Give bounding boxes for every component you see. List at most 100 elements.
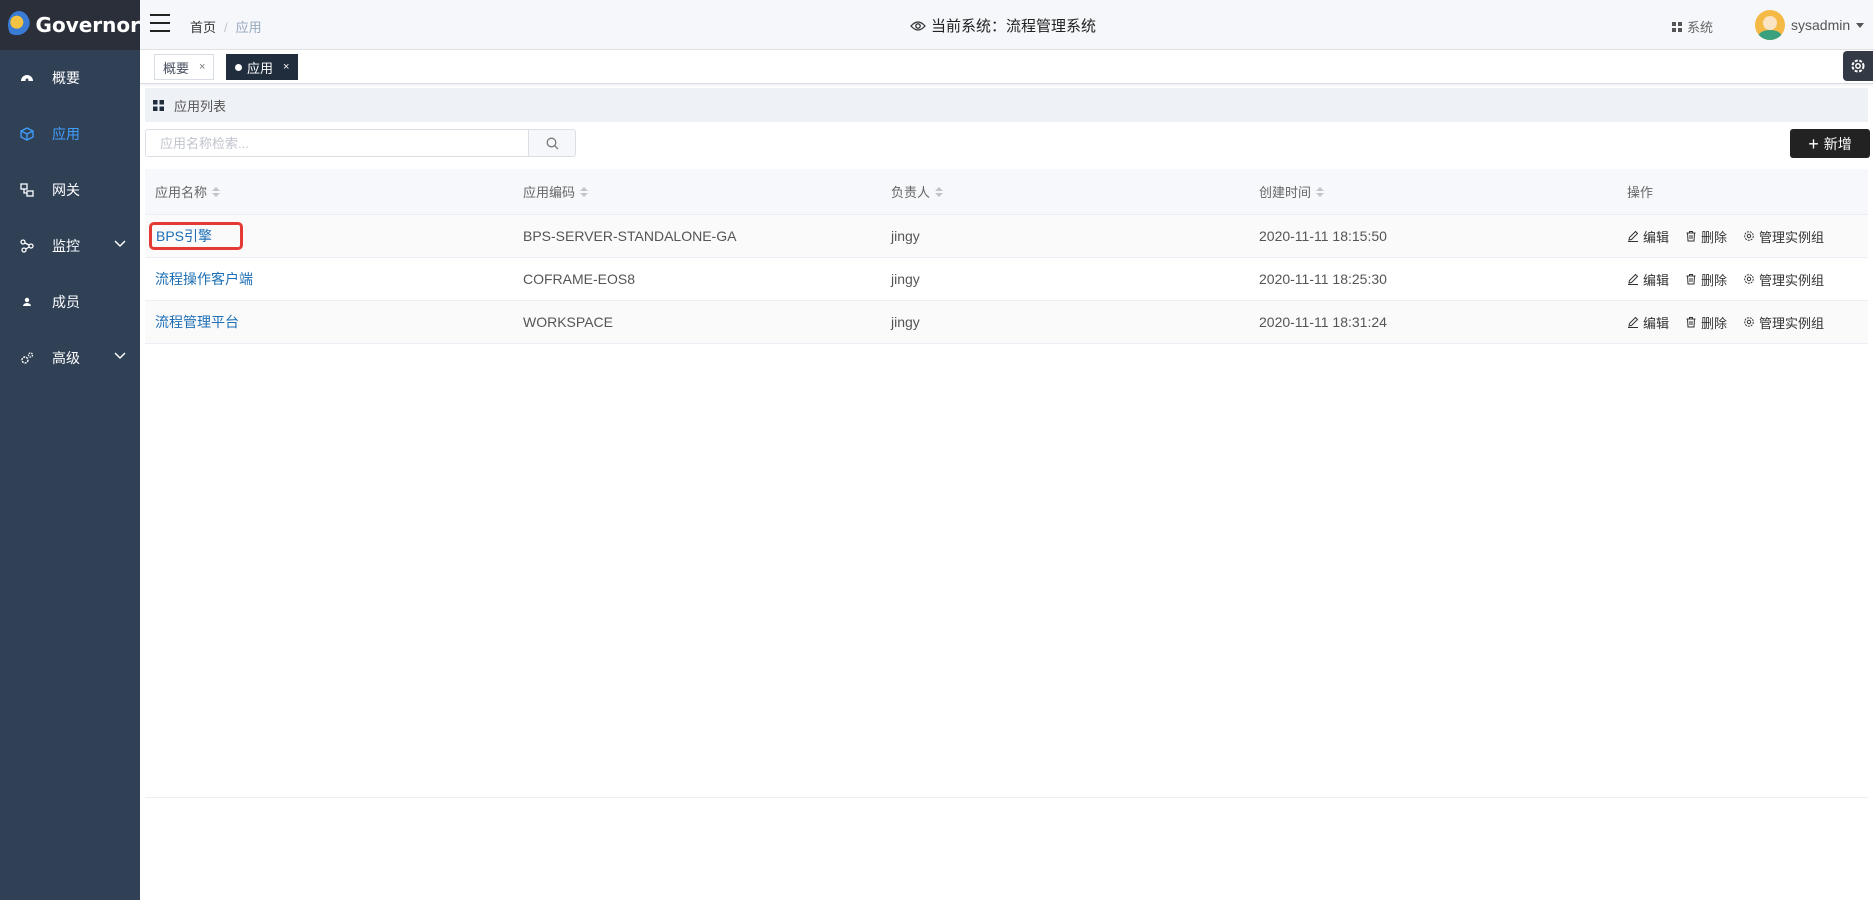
- search-button[interactable]: [529, 129, 576, 157]
- sort-icon[interactable]: [212, 186, 221, 197]
- cube-icon: [20, 127, 34, 141]
- edit-icon: [1628, 230, 1639, 242]
- manage-instance-group-button[interactable]: 管理实例组: [1743, 270, 1824, 289]
- apps-table: 应用名称 应用编码 负责人 创建时间 操作 BPS引擎 BPS-SERVER-S…: [145, 169, 1868, 344]
- app-code: WORKSPACE: [523, 314, 613, 330]
- delete-button[interactable]: 删除: [1685, 270, 1727, 289]
- tag-label: 应用: [247, 60, 274, 76]
- section-title: 应用列表: [174, 98, 227, 114]
- app-code: BPS-SERVER-STANDALONE-GA: [523, 228, 737, 244]
- app-name-link[interactable]: BPS引擎: [149, 222, 244, 250]
- search-icon: [546, 137, 558, 149]
- grid-icon: [153, 99, 164, 111]
- table-bottom-border: [145, 797, 1868, 798]
- app-name-link[interactable]: 流程管理平台: [155, 312, 239, 332]
- trash-icon: [1686, 231, 1696, 242]
- sidebar-item-label: 成员: [52, 294, 80, 310]
- app-created: 2020-11-11 18:25:30: [1259, 271, 1387, 287]
- gateway-icon: [20, 183, 34, 197]
- breadcrumb-home[interactable]: 首页: [190, 20, 216, 35]
- gear-icon: [1744, 231, 1754, 241]
- app-name-link[interactable]: 流程操作客户端: [155, 269, 253, 289]
- caret-down-icon: [1856, 22, 1865, 28]
- app-code: COFRAME-EOS8: [523, 271, 636, 287]
- username: sysadmin: [1791, 17, 1851, 33]
- table-row: 流程管理平台 WORKSPACE jingy 2020-11-11 18:31:…: [145, 301, 1868, 344]
- sidebar: Governor 概要 应用 网关 监控 成员 高级: [0, 0, 140, 900]
- system-menu-label: 系统: [1687, 20, 1714, 35]
- tag-overview[interactable]: 概要 ×: [154, 54, 215, 80]
- close-icon[interactable]: ×: [199, 61, 205, 73]
- table-header: 应用名称 应用编码 负责人 创建时间 操作: [145, 169, 1868, 215]
- delete-button[interactable]: 删除: [1685, 227, 1727, 246]
- sidebar-item-label: 高级: [52, 350, 80, 366]
- user-menu[interactable]: sysadmin: [1755, 10, 1865, 40]
- edit-button[interactable]: 编辑: [1627, 313, 1669, 332]
- sidebar-menu: 概要 应用 网关 监控 成员 高级: [0, 50, 140, 386]
- app-owner: jingy: [891, 228, 920, 244]
- logo-icon: [8, 11, 30, 39]
- breadcrumb-current: 应用: [235, 20, 262, 35]
- manage-instance-group-button[interactable]: 管理实例组: [1743, 313, 1824, 332]
- sort-icon[interactable]: [580, 186, 589, 197]
- current-system: 当前系统：流程管理系统: [910, 15, 1096, 36]
- gear-icon: [1851, 59, 1865, 73]
- gear-icon: [1744, 317, 1754, 327]
- edit-icon: [1628, 273, 1639, 285]
- trash-icon: [1686, 317, 1696, 328]
- column-header-name[interactable]: 应用名称: [145, 182, 513, 201]
- sidebar-item-label: 监控: [52, 238, 80, 254]
- hamburger-icon[interactable]: [150, 14, 170, 32]
- tag-apps[interactable]: 应用 ×: [226, 54, 299, 80]
- close-icon[interactable]: ×: [283, 61, 289, 73]
- sort-icon[interactable]: [935, 186, 944, 197]
- breadcrumb: 首页 / 应用: [190, 20, 262, 35]
- current-system-label: 当前系统：流程管理系统: [931, 18, 1097, 35]
- edit-icon: [1628, 316, 1639, 328]
- edit-button[interactable]: 编辑: [1627, 227, 1669, 246]
- edit-button[interactable]: 编辑: [1627, 270, 1669, 289]
- trash-icon: [1686, 274, 1696, 285]
- monitor-icon: [20, 239, 34, 253]
- eye-icon: [910, 20, 926, 31]
- tags-view-bar: 概要 × 应用 ×: [140, 50, 1873, 84]
- logo[interactable]: Governor: [0, 0, 140, 50]
- tag-label: 概要: [163, 60, 190, 76]
- column-header-owner[interactable]: 负责人: [881, 182, 1249, 201]
- sort-icon[interactable]: [1316, 186, 1325, 197]
- search-input[interactable]: [145, 129, 529, 157]
- sidebar-item-members[interactable]: 成员: [0, 274, 140, 330]
- active-dot-icon: [235, 63, 242, 71]
- column-header-code[interactable]: 应用编码: [513, 182, 881, 201]
- chevron-down-icon: [114, 352, 126, 360]
- add-button-label: 新增: [1823, 135, 1852, 152]
- system-menu[interactable]: 系统: [1672, 17, 1713, 36]
- sidebar-item-overview[interactable]: 概要: [0, 50, 140, 106]
- sidebar-item-monitor[interactable]: 监控: [0, 218, 140, 274]
- sidebar-item-advanced[interactable]: 高级: [0, 330, 140, 386]
- dashboard-icon: [20, 71, 34, 85]
- settings-button[interactable]: [1843, 51, 1873, 81]
- search-bar: [145, 129, 576, 157]
- sidebar-item-label: 概要: [52, 70, 80, 86]
- grid-icon: [1672, 21, 1682, 32]
- column-header-created[interactable]: 创建时间: [1249, 182, 1617, 201]
- app-created: 2020-11-11 18:15:50: [1259, 228, 1387, 244]
- table-row: 流程操作客户端 COFRAME-EOS8 jingy 2020-11-11 18…: [145, 258, 1868, 301]
- app-owner: jingy: [891, 314, 920, 330]
- section-header: 应用列表: [145, 88, 1868, 122]
- manage-instance-group-button[interactable]: 管理实例组: [1743, 227, 1824, 246]
- gear-icon: [1744, 274, 1754, 284]
- add-button[interactable]: + 新增: [1790, 129, 1870, 158]
- sidebar-item-gateway[interactable]: 网关: [0, 162, 140, 218]
- delete-button[interactable]: 删除: [1685, 313, 1727, 332]
- logo-text: Governor: [35, 13, 140, 37]
- sidebar-item-label: 网关: [52, 182, 80, 198]
- app-created: 2020-11-11 18:31:24: [1259, 314, 1387, 330]
- user-icon: [20, 295, 34, 309]
- gears-icon: [20, 351, 34, 365]
- sidebar-item-label: 应用: [52, 126, 80, 142]
- table-row: BPS引擎 BPS-SERVER-STANDALONE-GA jingy 202…: [145, 215, 1868, 258]
- sidebar-item-apps[interactable]: 应用: [0, 106, 140, 162]
- top-header: 首页 / 应用 当前系统：流程管理系统 系统 sysadmin: [140, 0, 1873, 50]
